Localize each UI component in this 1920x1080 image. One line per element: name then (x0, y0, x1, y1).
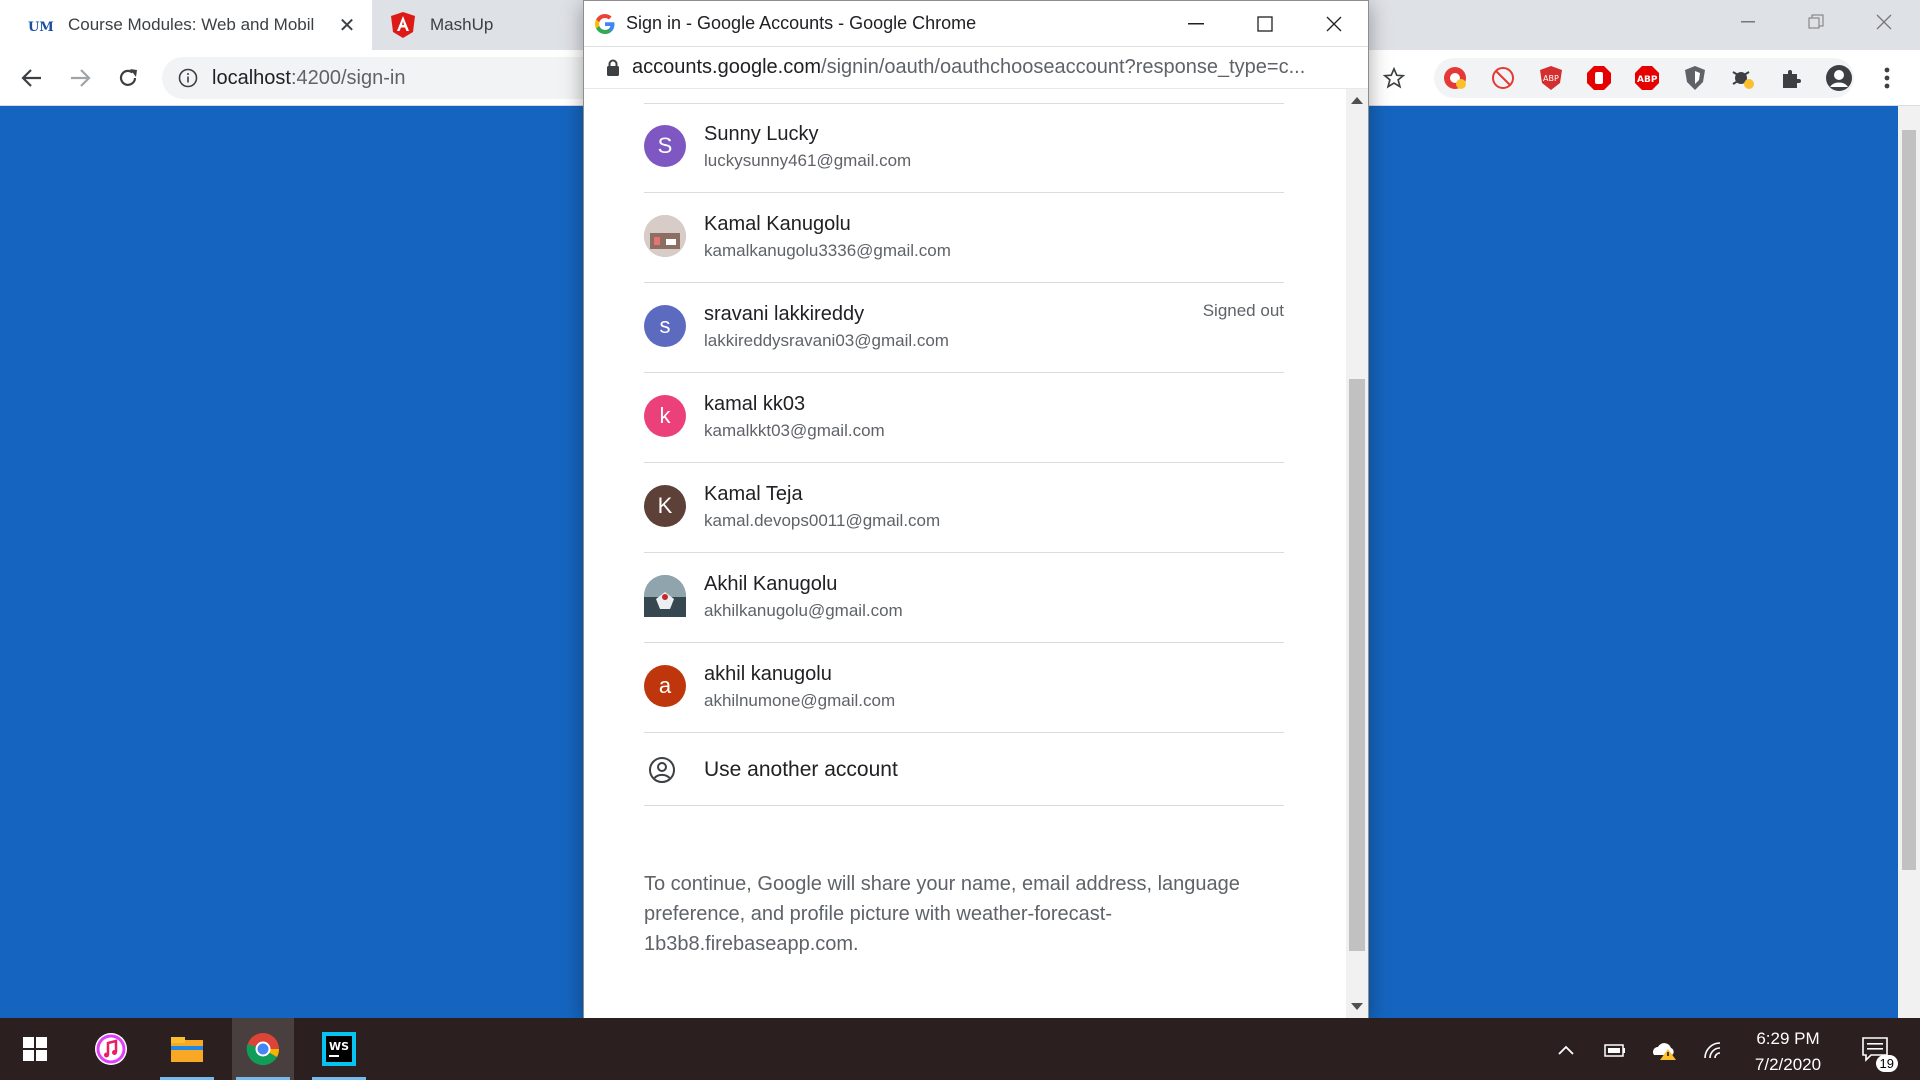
svg-text:ABP: ABP (1543, 74, 1559, 83)
avatar: k (644, 395, 686, 437)
account-name: Sunny Lucky (704, 123, 819, 145)
tab-mashup[interactable]: MashUp (372, 0, 582, 50)
account-email: akhilnumone@gmail.com (704, 691, 896, 710)
account-email: kamalkkt03@gmail.com (704, 421, 885, 440)
action-center-button[interactable]: 19 (1858, 1032, 1898, 1072)
use-another-account-label: Use another account (704, 758, 898, 781)
sign-in-popup-window: Sign in - Google Accounts - Google Chrom… (583, 0, 1369, 1018)
tab-title: MashUp (430, 15, 494, 34)
umkc-logo-icon: UMKC (28, 12, 54, 38)
account-item[interactable]: K Kamal Teja kamal.devops0011@gmail.com (644, 463, 1284, 553)
popup-scrollbar[interactable] (1346, 89, 1368, 1018)
system-clock[interactable]: 6:29 PM 7/2/2020 (1718, 1026, 1858, 1078)
account-email: akhilkanugolu@gmail.com (704, 601, 903, 620)
back-button[interactable] (14, 60, 50, 96)
bookmark-star-icon[interactable] (1380, 64, 1408, 92)
adblock-plus-icon[interactable]: ABP (1633, 64, 1661, 92)
account-name: Kamal Teja (704, 483, 803, 505)
extension-crossed-icon[interactable] (1489, 64, 1517, 92)
account-circle-icon (648, 756, 676, 789)
minimize-button[interactable] (1720, 0, 1776, 44)
start-button[interactable] (4, 1018, 66, 1080)
popup-minimize-button[interactable] (1161, 1, 1230, 47)
clock-date: 7/2/2020 (1754, 1055, 1822, 1074)
avatar: s (644, 305, 686, 347)
scrollbar-thumb[interactable] (1349, 379, 1365, 951)
account-email: kamal.devops0011@gmail.com (704, 511, 941, 530)
url-path: :4200/sign-in (290, 66, 406, 89)
page-scrollbar[interactable] (1898, 106, 1920, 1018)
account-name: Kamal Kanugolu (704, 213, 851, 235)
avatar (644, 215, 686, 257)
adblock-hand-icon[interactable] (1585, 64, 1613, 92)
google-logo-icon (595, 13, 615, 34)
address-bar[interactable]: localhost:4200/sign-in (162, 57, 592, 99)
scroll-down-arrow-icon[interactable] (1351, 1003, 1363, 1010)
popup-url: accounts.google.com/signin/oauth/oauthch… (632, 56, 1352, 79)
url-domain: accounts.google.com (632, 56, 822, 78)
account-email: lakkireddysravani03@gmail.com (704, 331, 949, 350)
menu-kebab-icon[interactable] (1873, 64, 1901, 92)
url-host: localhost (212, 66, 291, 89)
angular-logo-icon (390, 12, 416, 38)
scroll-up-arrow-icon[interactable] (1351, 97, 1363, 104)
lock-icon (607, 59, 619, 76)
clock-time: 6:29 PM (1756, 1029, 1820, 1048)
account-item[interactable]: k kamal kk03 kamalkkt03@gmail.com (644, 373, 1284, 463)
consent-notice: To continue, Google will share your name… (644, 873, 1240, 955)
restore-button[interactable] (1788, 0, 1844, 44)
popup-close-button[interactable] (1299, 1, 1368, 47)
svg-text:WS: WS (329, 1040, 349, 1053)
close-tab-icon[interactable]: ✕ (336, 14, 358, 37)
battery-icon[interactable] (1600, 1036, 1628, 1064)
profile-avatar-icon[interactable] (1825, 64, 1853, 92)
account-chooser: S Sunny Lucky luckysunny461@gmail.com Ka… (584, 89, 1346, 1018)
reload-button[interactable] (110, 60, 146, 96)
bug-extension-icon[interactable] (1729, 64, 1757, 92)
tab-course-modules[interactable]: UMKC Course Modules: Web and Mobil ✕ (0, 0, 372, 50)
account-email: kamalkanugolu3336@gmail.com (704, 241, 951, 260)
account-name: kamal kk03 (704, 393, 806, 415)
privacy-shield-icon[interactable] (1681, 64, 1709, 92)
show-hidden-icons-chevron-icon[interactable] (1552, 1036, 1580, 1064)
webstorm-icon[interactable]: WS (308, 1018, 370, 1080)
account-item[interactable]: a akhil kanugolu akhilnumone@gmail.com (644, 643, 1284, 733)
onedrive-warning-icon[interactable] (1650, 1036, 1678, 1064)
svg-text:ABP: ABP (1637, 75, 1658, 85)
popup-window-title: Sign in - Google Accounts - Google Chrom… (626, 13, 977, 33)
windows-logo-icon (23, 1037, 47, 1061)
adblock-shield-icon[interactable]: ABP (1537, 64, 1565, 92)
popup-url-bar[interactable]: accounts.google.com/signin/oauth/oauthch… (584, 47, 1368, 89)
svg-text:UMKC: UMKC (28, 20, 54, 35)
info-icon[interactable] (178, 68, 198, 88)
account-item[interactable]: Akhil Kanugolu akhilkanugolu@gmail.com (644, 553, 1284, 643)
file-explorer-icon[interactable] (156, 1018, 218, 1080)
avatar: K (644, 485, 686, 527)
use-another-account-button[interactable]: Use another account (644, 734, 1284, 806)
account-item[interactable]: s sravani lakkireddy lakkireddysravani03… (644, 283, 1284, 373)
url-path: /signin/oauth/oauthchooseaccount?respons… (821, 56, 1306, 78)
popup-title-bar: Sign in - Google Accounts - Google Chrom… (584, 1, 1368, 47)
avatar (644, 575, 686, 617)
extensions-puzzle-icon[interactable] (1777, 64, 1805, 92)
itunes-icon[interactable] (80, 1018, 142, 1080)
avatar: a (644, 665, 686, 707)
taskbar: WS 6:29 PM 7/2/2020 19 (0, 1018, 1920, 1080)
scrollbar-thumb[interactable] (1902, 130, 1916, 870)
chrome-icon[interactable] (232, 1018, 294, 1080)
account-item[interactable]: S Sunny Lucky luckysunny461@gmail.com (644, 103, 1284, 193)
account-item[interactable]: Kamal Kanugolu kamalkanugolu3336@gmail.c… (644, 193, 1284, 283)
account-name: Akhil Kanugolu (704, 573, 838, 595)
close-window-button[interactable] (1856, 0, 1912, 44)
notification-count-badge: 19 (1875, 1055, 1898, 1072)
tab-title: Course Modules: Web and Mobil (68, 15, 315, 34)
extension-red-circle-icon[interactable] (1441, 64, 1469, 92)
account-name: sravani lakkireddy (704, 303, 865, 325)
account-email: luckysunny461@gmail.com (704, 151, 912, 170)
popup-maximize-button[interactable] (1230, 1, 1299, 47)
forward-button[interactable] (62, 60, 98, 96)
account-name: akhil kanugolu (704, 663, 832, 685)
signed-out-status: Signed out (1202, 301, 1284, 320)
avatar: S (644, 125, 686, 167)
